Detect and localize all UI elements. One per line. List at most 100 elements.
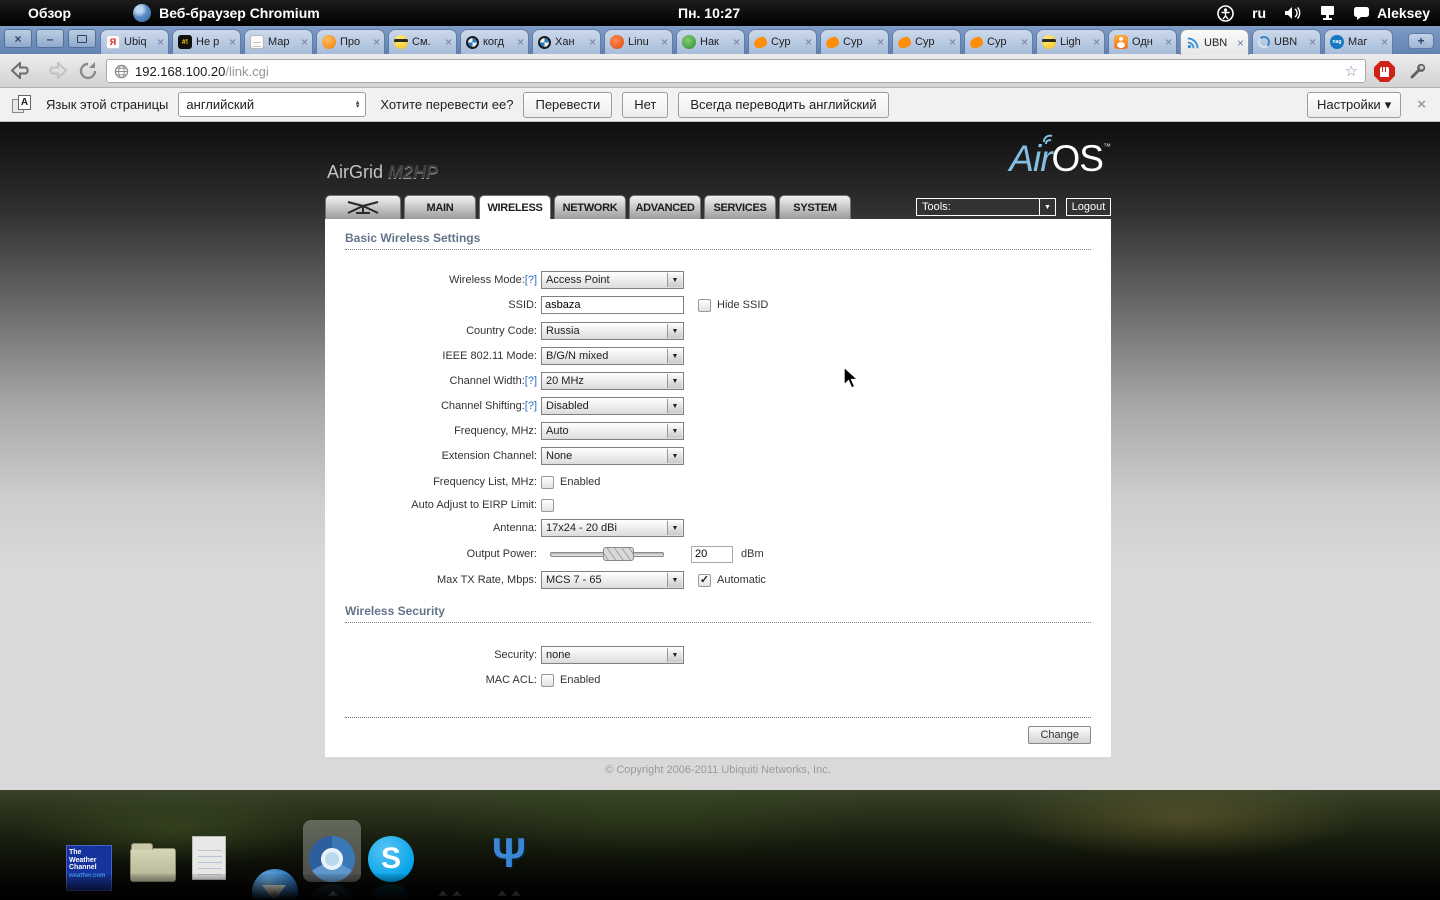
tab-close-icon[interactable]: ×: [876, 36, 888, 48]
output-power-slider[interactable]: [550, 546, 664, 561]
browser-tab[interactable]: Linu ×: [604, 29, 673, 54]
frequency-select[interactable]: Auto ▼: [541, 422, 684, 440]
accessibility-icon[interactable]: [1217, 4, 1234, 22]
thunderbird-launcher[interactable]: [252, 869, 298, 900]
tab-close-icon[interactable]: ×: [1380, 36, 1392, 48]
browser-tab[interactable]: Про ×: [316, 29, 385, 54]
display-icon[interactable]: [1320, 5, 1335, 21]
browser-tab[interactable]: Сур ×: [964, 29, 1033, 54]
tab-device[interactable]: [325, 195, 401, 219]
tab-close-icon[interactable]: ×: [372, 36, 384, 48]
eirp-limit-checkbox[interactable]: [541, 498, 554, 512]
channel-shifting-select[interactable]: Disabled ▼: [541, 397, 684, 415]
tab-close-icon[interactable]: ×: [1092, 36, 1104, 48]
translate-bar-close-icon[interactable]: ×: [1417, 96, 1426, 113]
browser-tab[interactable]: UBN ×: [1252, 29, 1321, 54]
extension-channel-select[interactable]: None ▼: [541, 447, 684, 465]
frequency-list-checkbox[interactable]: [541, 475, 554, 489]
browser-tab[interactable]: Одн ×: [1108, 29, 1177, 54]
always-translate-button[interactable]: Всегда переводить английский: [678, 91, 889, 118]
channel-width-select[interactable]: 20 MHz ▼: [541, 372, 684, 390]
user-menu[interactable]: Aleksey: [1353, 5, 1430, 21]
back-button[interactable]: [10, 60, 34, 84]
tab-close-icon[interactable]: ×: [1308, 36, 1320, 48]
window-close-button[interactable]: ×: [4, 29, 32, 48]
keyboard-layout-indicator[interactable]: ru: [1252, 5, 1266, 21]
tab-close-icon[interactable]: ×: [228, 36, 240, 48]
forward-button[interactable]: [44, 60, 68, 84]
address-bar[interactable]: 192.168.100.20 /link.cgi ☆: [106, 59, 1366, 83]
clock[interactable]: Пн. 10:27: [678, 5, 740, 21]
browser-tab[interactable]: #! Не р ×: [172, 29, 241, 54]
tab-close-icon[interactable]: ×: [516, 36, 528, 48]
wireless-mode-help-link[interactable]: [?]: [525, 274, 537, 286]
output-power-input[interactable]: [691, 545, 733, 563]
tab-system[interactable]: SYSTEM: [779, 195, 851, 219]
mac-acl-checkbox[interactable]: [541, 673, 554, 687]
wrench-menu-button[interactable]: [1408, 61, 1428, 86]
tab-wireless[interactable]: WIRELESS: [479, 195, 551, 219]
file-manager-launcher[interactable]: [130, 843, 176, 882]
document-launcher[interactable]: [192, 836, 226, 880]
slider-handle[interactable]: [603, 546, 634, 561]
tab-close-icon[interactable]: ×: [660, 36, 672, 48]
tab-close-icon[interactable]: ×: [948, 36, 960, 48]
new-tab-button[interactable]: +: [1408, 33, 1434, 49]
tab-close-icon[interactable]: ×: [804, 36, 816, 48]
ieee-mode-select[interactable]: B/G/N mixed ▼: [541, 347, 684, 365]
translate-button[interactable]: Перевести: [523, 91, 613, 118]
security-select[interactable]: none ▼: [541, 646, 684, 664]
browser-tab[interactable]: См. ×: [388, 29, 457, 54]
tab-close-icon[interactable]: ×: [444, 36, 456, 48]
tab-main[interactable]: MAIN: [404, 195, 476, 219]
focused-app-menu[interactable]: Веб-браузер Chromium: [133, 4, 320, 22]
tab-network[interactable]: NETWORK: [554, 195, 626, 219]
browser-tab[interactable]: Мар ×: [244, 29, 313, 54]
bookmark-star-icon[interactable]: ☆: [1345, 62, 1358, 80]
window-minimize-button[interactable]: –: [36, 29, 64, 48]
wireless-mode-select[interactable]: Access Point ▼: [541, 271, 684, 289]
psi-launcher[interactable]: Ψ: [486, 829, 532, 876]
translate-settings-button[interactable]: Настройки ▾: [1306, 91, 1402, 118]
weather-channel-launcher[interactable]: The Weather Channel weather.com: [66, 845, 112, 891]
tab-services[interactable]: SERVICES: [704, 195, 776, 219]
browser-tab[interactable]: Сур ×: [892, 29, 961, 54]
tab-close-icon[interactable]: ×: [588, 36, 600, 48]
tools-dropdown[interactable]: Tools: ▼: [916, 198, 1056, 216]
skype-launcher[interactable]: S: [368, 836, 414, 882]
hide-ssid-checkbox[interactable]: [698, 298, 711, 312]
volume-icon[interactable]: [1284, 5, 1302, 21]
reload-button[interactable]: [78, 61, 98, 86]
no-translate-button[interactable]: Нет: [622, 91, 669, 118]
logout-button[interactable]: Logout: [1066, 198, 1111, 216]
tab-advanced[interactable]: ADVANCED: [629, 195, 701, 219]
country-code-select[interactable]: Russia ▼: [541, 322, 684, 340]
tab-close-icon[interactable]: ×: [1164, 36, 1176, 48]
window-restore-button[interactable]: [68, 29, 96, 48]
channel-shifting-help-link[interactable]: [?]: [525, 400, 537, 412]
automatic-checkbox[interactable]: ✓: [698, 573, 711, 587]
language-select[interactable]: английский ▴ ▾: [178, 92, 367, 117]
tab-close-icon[interactable]: ×: [156, 36, 168, 48]
tab-close-icon[interactable]: ×: [732, 36, 744, 48]
browser-tab[interactable]: Нак ×: [676, 29, 745, 54]
browser-tab[interactable]: когд ×: [460, 29, 529, 54]
browser-tab[interactable]: Я Ubiq ×: [100, 29, 169, 54]
max-tx-rate-select[interactable]: MCS 7 - 65 ▼: [541, 571, 684, 589]
activities-button[interactable]: Обзор: [28, 5, 71, 21]
tab-close-icon[interactable]: ×: [300, 36, 312, 48]
chromium-launcher[interactable]: [309, 836, 355, 882]
browser-tab-active[interactable]: UBN ×: [1180, 29, 1249, 55]
browser-tab[interactable]: Хан ×: [532, 29, 601, 54]
browser-tab[interactable]: Ligh ×: [1036, 29, 1105, 54]
ssid-input[interactable]: [541, 296, 684, 314]
tab-close-icon[interactable]: ×: [1236, 37, 1248, 49]
adblock-icon[interactable]: [1374, 61, 1395, 82]
browser-tab[interactable]: Сур ×: [748, 29, 817, 54]
browser-tab[interactable]: nag Маг ×: [1324, 29, 1393, 54]
channel-width-help-link[interactable]: [?]: [525, 375, 537, 387]
tab-close-icon[interactable]: ×: [1020, 36, 1032, 48]
browser-tab[interactable]: Сур ×: [820, 29, 889, 54]
antenna-select[interactable]: 17x24 - 20 dBi ▼: [541, 519, 684, 537]
change-button[interactable]: Change: [1028, 726, 1091, 744]
